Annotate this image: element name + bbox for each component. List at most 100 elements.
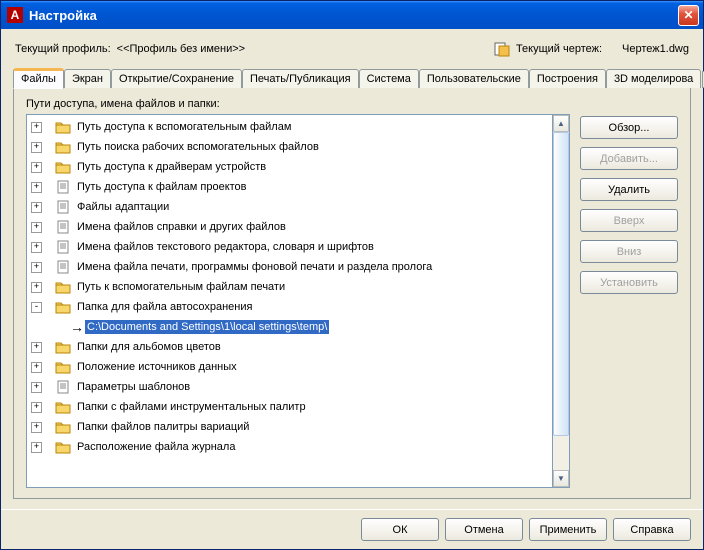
- expand-icon[interactable]: +: [31, 202, 42, 213]
- expand-icon[interactable]: +: [31, 242, 42, 253]
- scroll-up-button[interactable]: ▲: [553, 115, 569, 132]
- tab-2[interactable]: Открытие/Сохранение: [111, 69, 242, 88]
- tree-row[interactable]: + Папки с файлами инструментальных палитр: [27, 397, 552, 417]
- tree-node-label[interactable]: C:\Documents and Settings\1\local settin…: [85, 320, 329, 334]
- window-title: Настройка: [29, 8, 678, 23]
- folder-icon: [55, 440, 71, 454]
- tree-row[interactable]: + Имена файлов справки и других файлов: [27, 217, 552, 237]
- path-arrow-icon: →: [69, 319, 85, 335]
- file-icon: [55, 180, 71, 194]
- panel-body: + Путь доступа к вспомогательным файлам + П…: [26, 114, 678, 488]
- close-button[interactable]: ✕: [678, 5, 699, 26]
- expand-icon[interactable]: +: [31, 362, 42, 373]
- tree-row[interactable]: + Папки файлов палитры вариаций: [27, 417, 552, 437]
- panel-label: Пути доступа, имена файлов и папки:: [26, 98, 678, 110]
- expand-icon[interactable]: +: [31, 382, 42, 393]
- expand-icon[interactable]: +: [31, 402, 42, 413]
- tree-row[interactable]: + Имена файлов текстового редактора, слов…: [27, 237, 552, 257]
- expand-icon[interactable]: +: [31, 262, 42, 273]
- tab-4[interactable]: Система: [359, 69, 419, 88]
- folder-icon: [55, 300, 71, 314]
- file-icon: [55, 260, 71, 274]
- tab-3[interactable]: Печать/Публикация: [242, 69, 359, 88]
- tree-node-label[interactable]: Папка для файла автосохранения: [75, 300, 254, 314]
- drawing-label: Текущий чертеж:: [516, 43, 602, 55]
- drawing-value: Чертеж1.dwg: [622, 43, 689, 55]
- drawing-icon: [494, 41, 510, 57]
- tree-row[interactable]: + Положение источников данных: [27, 357, 552, 377]
- tree-node-label[interactable]: Расположение файла журнала: [75, 440, 237, 454]
- folder-icon: [55, 280, 71, 294]
- dialog-button-row: ОК Отмена Применить Справка: [1, 509, 703, 549]
- down-button[interactable]: Вниз: [580, 240, 678, 263]
- tree-row[interactable]: - Папка для файла автосохранения: [27, 297, 552, 317]
- app-icon: A: [7, 7, 23, 23]
- folder-icon: [55, 160, 71, 174]
- folder-icon: [55, 360, 71, 374]
- help-button[interactable]: Справка: [613, 518, 691, 541]
- cancel-button[interactable]: Отмена: [445, 518, 523, 541]
- tree-node-label[interactable]: Имена файлов справки и других файлов: [75, 220, 288, 234]
- tree-row[interactable]: + Путь к вспомогательным файлам печати: [27, 277, 552, 297]
- expand-icon[interactable]: +: [31, 162, 42, 173]
- tree-scrollbar[interactable]: ▲ ▼: [553, 114, 570, 488]
- tree-row[interactable]: + Путь доступа к файлам проектов: [27, 177, 552, 197]
- expand-icon[interactable]: +: [31, 342, 42, 353]
- scroll-down-button[interactable]: ▼: [553, 470, 569, 487]
- tree-row[interactable]: + Параметры шаблонов: [27, 377, 552, 397]
- ok-button[interactable]: ОК: [361, 518, 439, 541]
- path-tree[interactable]: + Путь доступа к вспомогательным файлам + П…: [26, 114, 553, 488]
- add-button[interactable]: Добавить...: [580, 147, 678, 170]
- up-button[interactable]: Вверх: [580, 209, 678, 232]
- tree-row[interactable]: + Путь поиска рабочих вспомогательных фай…: [27, 137, 552, 157]
- expand-icon[interactable]: +: [31, 282, 42, 293]
- expand-icon[interactable]: +: [31, 122, 42, 133]
- tree-node-label[interactable]: Параметры шаблонов: [75, 380, 192, 394]
- profile-row: Текущий профиль: <<Профиль без имени>> Т…: [13, 37, 691, 67]
- settings-dialog: A Настройка ✕ Текущий профиль: <<Профиль…: [0, 0, 704, 550]
- tree-row[interactable]: →C:\Documents and Settings\1\local setti…: [27, 317, 552, 337]
- tree-node-label[interactable]: Папки файлов палитры вариаций: [75, 420, 251, 434]
- file-icon: [55, 380, 71, 394]
- expand-icon[interactable]: +: [31, 222, 42, 233]
- scroll-track[interactable]: [553, 132, 569, 470]
- tab-1[interactable]: Экран: [64, 69, 111, 88]
- tree-row[interactable]: + Файлы адаптации: [27, 197, 552, 217]
- tree-row[interactable]: + Путь доступа к драйверам устройств: [27, 157, 552, 177]
- tree-node-label[interactable]: Файлы адаптации: [75, 200, 171, 214]
- browse-button[interactable]: Обзор...: [580, 116, 678, 139]
- tree-node-label[interactable]: Путь к вспомогательным файлам печати: [75, 280, 287, 294]
- expand-icon[interactable]: +: [31, 422, 42, 433]
- scroll-thumb[interactable]: [553, 132, 569, 436]
- tree-row[interactable]: + Имена файла печати, программы фоновой п…: [27, 257, 552, 277]
- folder-icon: [55, 400, 71, 414]
- tree-row[interactable]: + Расположение файла журнала: [27, 437, 552, 457]
- tree-node-label[interactable]: Путь поиска рабочих вспомогательных файл…: [75, 140, 321, 154]
- expand-icon[interactable]: +: [31, 442, 42, 453]
- tree-node-label[interactable]: Имена файлов текстового редактора, слова…: [75, 240, 376, 254]
- tab-0[interactable]: Файлы: [13, 68, 64, 89]
- set-button[interactable]: Установить: [580, 271, 678, 294]
- side-buttons: Обзор... Добавить... Удалить Вверх Вниз …: [580, 114, 678, 488]
- tree-row[interactable]: + Путь доступа к вспомогательным файлам: [27, 117, 552, 137]
- tab-7[interactable]: 3D моделирова: [606, 69, 701, 88]
- tree-node-label[interactable]: Папки с файлами инструментальных палитр: [75, 400, 308, 414]
- expand-icon[interactable]: +: [31, 142, 42, 153]
- folder-icon: [55, 140, 71, 154]
- apply-button[interactable]: Применить: [529, 518, 607, 541]
- tab-5[interactable]: Пользовательские: [419, 69, 529, 88]
- tree-node-label[interactable]: Путь доступа к вспомогательным файлам: [75, 120, 293, 134]
- tab-6[interactable]: Построения: [529, 69, 606, 88]
- tree-row[interactable]: + Папки для альбомов цветов: [27, 337, 552, 357]
- folder-icon: [55, 120, 71, 134]
- tree-node-label[interactable]: Путь доступа к драйверам устройств: [75, 160, 268, 174]
- file-icon: [55, 220, 71, 234]
- tree-node-label[interactable]: Путь доступа к файлам проектов: [75, 180, 249, 194]
- tree-node-label[interactable]: Положение источников данных: [75, 360, 239, 374]
- delete-button[interactable]: Удалить: [580, 178, 678, 201]
- collapse-icon[interactable]: -: [31, 302, 42, 313]
- profile-value: <<Профиль без имени>>: [117, 43, 494, 55]
- tree-node-label[interactable]: Имена файла печати, программы фоновой пе…: [75, 260, 434, 274]
- expand-icon[interactable]: +: [31, 182, 42, 193]
- tree-node-label[interactable]: Папки для альбомов цветов: [75, 340, 223, 354]
